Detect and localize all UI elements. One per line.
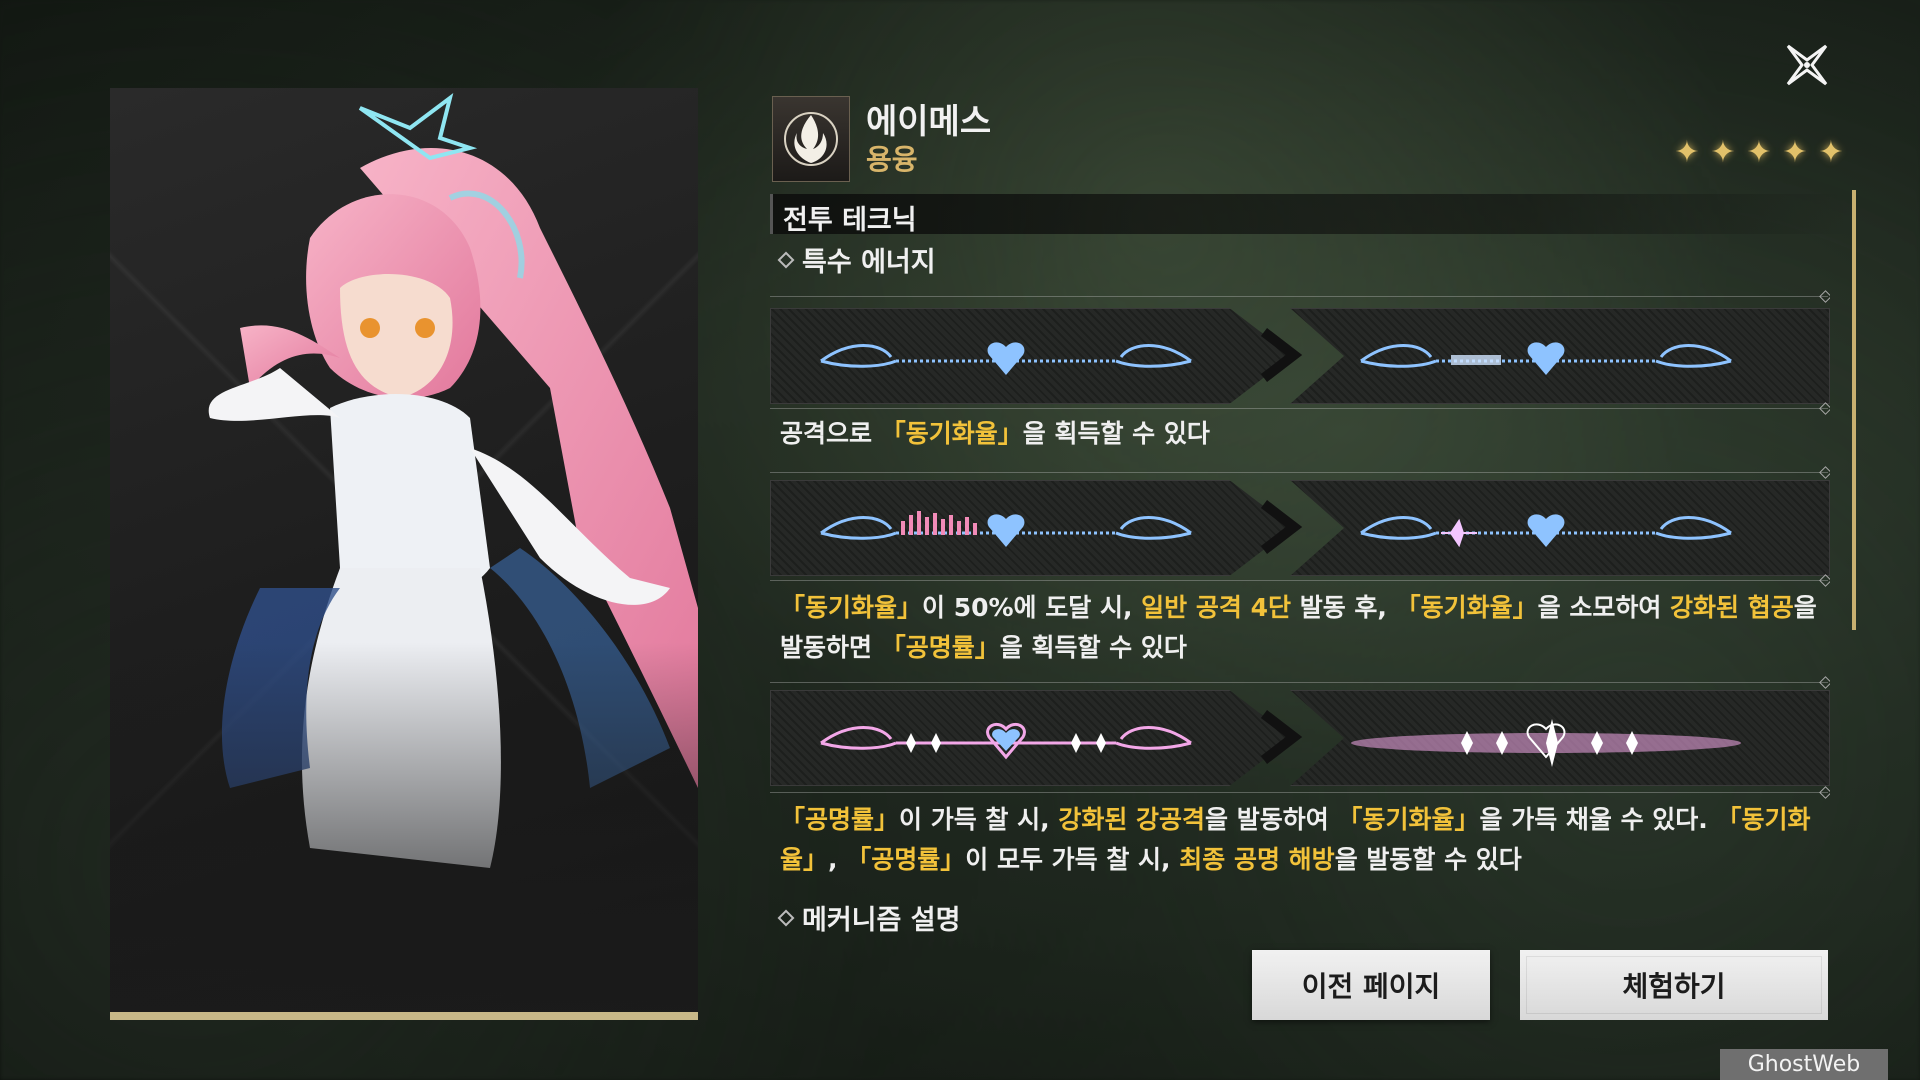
divider (770, 472, 1828, 473)
gauge-before (770, 308, 1292, 404)
section-header: 전투 테크닉 (770, 194, 1853, 236)
divider (770, 682, 1828, 683)
highlight-term: 「동기화율」 (1337, 805, 1480, 834)
prev-page-button[interactable]: 이전 페이지 (1252, 950, 1490, 1020)
highlight-term: 「동기화율」 (780, 593, 923, 622)
description-text: , (828, 845, 847, 874)
description-text: 공격으로 (780, 419, 881, 448)
pink-gauge-icon (820, 723, 1192, 760)
gauge-after (1290, 480, 1830, 576)
character-name: 에이메스 (866, 102, 992, 142)
highlight-term: 「공명률」 (880, 633, 1000, 662)
description-text: 을 발동하여 (1205, 805, 1338, 834)
pink-gauge-icon (1351, 719, 1741, 767)
info-panel: 에이메스 용융 ✦ ✦ ✦ ✦ ✦ 전투 테크닉 특수 에너지 공격으로 「동기… (770, 90, 1856, 1040)
character-portrait (110, 88, 698, 1020)
star-icon: ✦ (1818, 135, 1844, 170)
description-3: 「공명률」이 가득 찰 시, 강화된 강공격을 발동하여 「동기화율」을 가득 … (780, 800, 1820, 880)
arrow-right-icon (1260, 500, 1303, 554)
close-button[interactable] (1780, 38, 1834, 92)
subsection-special-energy: 특수 에너지 (777, 240, 936, 279)
description-text: 을 획득할 수 있다 (1022, 419, 1210, 448)
gauge-after (1290, 690, 1830, 786)
divider (770, 296, 1828, 297)
divider (770, 580, 1828, 581)
gauge-before (770, 690, 1292, 786)
blue-gauge-icon (820, 342, 1192, 375)
description-text: 을 가득 채울 수 있다. (1479, 805, 1717, 834)
diamond-bullet-icon (777, 909, 795, 926)
diamond-bullet-icon (777, 251, 795, 268)
star-icon: ✦ (1674, 135, 1700, 170)
highlight-term: 「공명률」 (846, 845, 966, 874)
description-text: 을 소모하여 (1537, 593, 1671, 622)
highlight-term: 「공명률」 (780, 805, 900, 834)
description-text: 이 가득 찰 시, (899, 805, 1059, 834)
scrollbar[interactable] (1852, 190, 1856, 630)
technique-content: 특수 에너지 공격으로 「동기화율」을 획득할 수 있다 「동기화율」이 50%… (770, 240, 1830, 1000)
description-text: 발동 후, (1290, 593, 1396, 622)
star-icon: ✦ (1746, 135, 1772, 170)
close-x-icon (1786, 44, 1828, 86)
star-icon: ✦ (1782, 135, 1808, 170)
description-1: 공격으로 「동기화율」을 획득할 수 있다 (780, 414, 1820, 454)
highlight-term: 강화된 협공 (1670, 593, 1794, 622)
gauge-row-1 (770, 308, 1830, 404)
divider (770, 408, 1828, 409)
blue-gauge-icon (1360, 342, 1732, 375)
character-attribute: 용융 (866, 143, 918, 176)
highlight-term: 일반 공격 4단 (1141, 593, 1291, 622)
divider (770, 792, 1828, 793)
highlight-term: 최종 공명 해방 (1179, 845, 1335, 874)
gauge-after (1290, 308, 1830, 404)
highlight-term: 강화된 강공격 (1058, 805, 1206, 834)
highlight-term: 「동기화율」 (1395, 593, 1538, 622)
arrow-right-icon (1260, 328, 1303, 382)
gauge-row-3 (770, 690, 1830, 786)
fusion-element-icon (772, 96, 850, 182)
arrow-right-icon (1260, 710, 1303, 764)
blue-gauge-icon (1360, 514, 1732, 548)
gauge-before (770, 480, 1292, 576)
description-2: 「동기화율」이 50%에 도달 시, 일반 공격 4단 발동 후, 「동기화율」… (780, 588, 1820, 668)
blue-gauge-icon (820, 511, 1192, 547)
rarity-stars: ✦ ✦ ✦ ✦ ✦ (1672, 138, 1846, 168)
gauge-row-2 (770, 480, 1830, 576)
highlight-term: 「동기화율」 (880, 419, 1023, 448)
section-title: 전투 테크닉 (783, 205, 917, 236)
character-illustration (110, 88, 698, 1012)
watermark: GhostWeb (1720, 1049, 1888, 1080)
description-text: 이 모두 가득 찰 시, (965, 845, 1180, 874)
star-icon: ✦ (1710, 135, 1736, 170)
description-text: 을 획득할 수 있다 (999, 633, 1187, 662)
description-text: 이 50%에 도달 시, (922, 593, 1142, 622)
description-text: 을 발동할 수 있다 (1334, 845, 1522, 874)
subsection-mechanism: 메커니즘 설명 (777, 898, 960, 937)
try-button[interactable]: 체험하기 (1520, 950, 1828, 1020)
